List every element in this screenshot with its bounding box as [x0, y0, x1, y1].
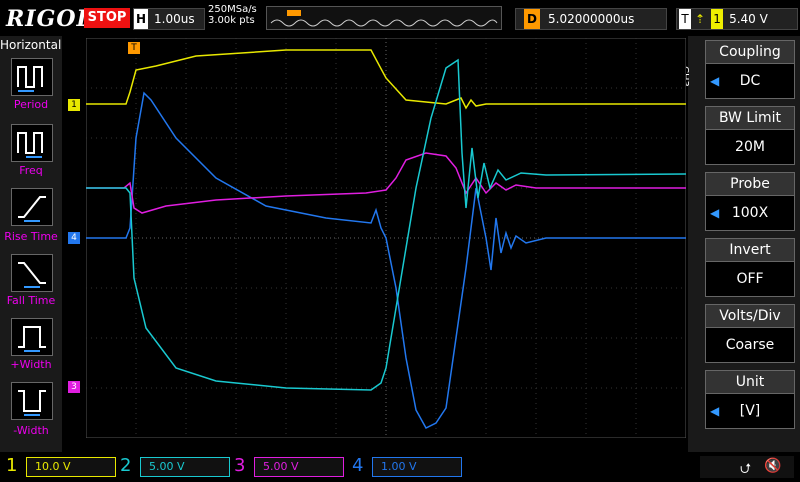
trigger-level: 5.40 V: [729, 12, 768, 26]
invert-value: OFF: [736, 271, 764, 287]
ch4-ground-marker[interactable]: 4: [68, 232, 80, 244]
ch4-scale-box[interactable]: 1.00 V: [372, 457, 462, 477]
probe-value: 100X: [731, 205, 769, 221]
volts-div-softkey[interactable]: Volts/Div Coarse: [705, 304, 795, 366]
ch1-ground-marker[interactable]: 1: [68, 99, 80, 111]
ch1-scale-box[interactable]: 10.0 V: [26, 457, 116, 477]
ch2-number: 2: [120, 455, 132, 476]
run-stop-status[interactable]: STOP: [84, 8, 130, 28]
horizontal-key: H: [134, 9, 148, 29]
sample-rate: 250MSa/s: [208, 4, 257, 15]
timebase-box[interactable]: H 1.00us: [133, 8, 205, 30]
volts-div-value: Coarse: [725, 337, 775, 353]
period-label: Period: [13, 98, 49, 111]
delay-box[interactable]: D 5.02000000us: [515, 8, 667, 30]
usb-icon: ⮍: [740, 461, 752, 477]
ch4-number: 4: [352, 455, 364, 476]
volts-div-label: Volts/Div: [705, 304, 795, 328]
memory-overview-icon: [270, 10, 498, 27]
status-icons: ⮍ 🔇: [700, 456, 794, 478]
memory-overview-strip: [266, 6, 502, 30]
unit-softkey[interactable]: Unit ◀ [V]: [705, 370, 795, 432]
rise-time-label: Rise Time: [4, 230, 58, 243]
probe-softkey[interactable]: Probe ◀ 100X: [705, 172, 795, 234]
select-arrow-icon: ◀: [710, 404, 720, 418]
probe-label: Probe: [705, 172, 795, 196]
ch2-scale: 5.00 V: [149, 460, 185, 473]
unit-label: Unit: [705, 370, 795, 394]
invert-label: Invert: [705, 238, 795, 262]
ch1-number: 1: [6, 455, 18, 476]
waveform-graticule: [85, 37, 687, 439]
fall-time-icon: [18, 262, 46, 288]
delay-key: D: [524, 9, 540, 29]
freq-button[interactable]: [11, 124, 53, 162]
period-button[interactable]: [11, 58, 53, 96]
brand-logo: RIGOL: [6, 6, 93, 32]
rise-time-button[interactable]: [11, 188, 53, 226]
speaker-muted-icon: 🔇: [764, 458, 782, 474]
ch2-scale-box[interactable]: 5.00 V: [140, 457, 230, 477]
negative-width-label: -Width: [13, 424, 49, 437]
positive-width-button[interactable]: [11, 318, 53, 356]
coupling-value: DC: [739, 73, 761, 89]
fall-time-button[interactable]: [11, 254, 53, 292]
freq-label: Freq: [19, 164, 43, 177]
trigger-box[interactable]: T ⇡ 1 5.40 V: [676, 8, 798, 30]
negative-width-button[interactable]: [11, 382, 53, 420]
ch4-scale: 1.00 V: [381, 460, 417, 473]
ch3-number: 3: [234, 455, 246, 476]
positive-width-icon: [18, 326, 46, 352]
rise-time-icon: [18, 196, 46, 222]
coupling-softkey[interactable]: Coupling ◀ DC: [705, 40, 795, 102]
select-arrow-icon: ◀: [710, 206, 720, 220]
invert-softkey[interactable]: Invert OFF: [705, 238, 795, 300]
bw-limit-value: 20M: [735, 139, 765, 155]
bw-limit-softkey[interactable]: BW Limit 20M: [705, 106, 795, 168]
trigger-source: 1: [711, 9, 724, 29]
positive-width-label: +Width: [10, 358, 52, 371]
ch1-scale: 10.0 V: [35, 460, 71, 473]
trigger-key: T: [679, 9, 691, 29]
ch3-scale-box[interactable]: 5.00 V: [254, 457, 344, 477]
select-arrow-icon: ◀: [710, 74, 720, 88]
bw-limit-label: BW Limit: [705, 106, 795, 130]
coupling-label: Coupling: [705, 40, 795, 64]
memory-depth: 3.00k pts: [208, 15, 255, 26]
freq-icon: [17, 132, 43, 158]
unit-value: [V]: [739, 403, 761, 419]
acquisition-info: 250MSa/s 3.00k pts: [208, 4, 257, 26]
ch3-ground-marker[interactable]: 3: [68, 381, 80, 393]
negative-width-icon: [18, 390, 46, 416]
ch3-scale: 5.00 V: [263, 460, 299, 473]
timebase-value: 1.00us: [154, 12, 195, 26]
waveform-display[interactable]: [85, 37, 687, 439]
trigger-position-marker[interactable]: T: [128, 42, 140, 54]
delay-value: 5.02000000us: [548, 12, 635, 26]
period-icon: [17, 66, 43, 92]
fall-time-label: Fall Time: [6, 294, 56, 307]
rising-edge-icon: ⇡: [695, 12, 706, 26]
top-status-bar: RIGOL STOP H 1.00us 250MSa/s 3.00k pts D5…: [0, 0, 800, 36]
left-panel-title: Horizontal: [0, 38, 62, 52]
